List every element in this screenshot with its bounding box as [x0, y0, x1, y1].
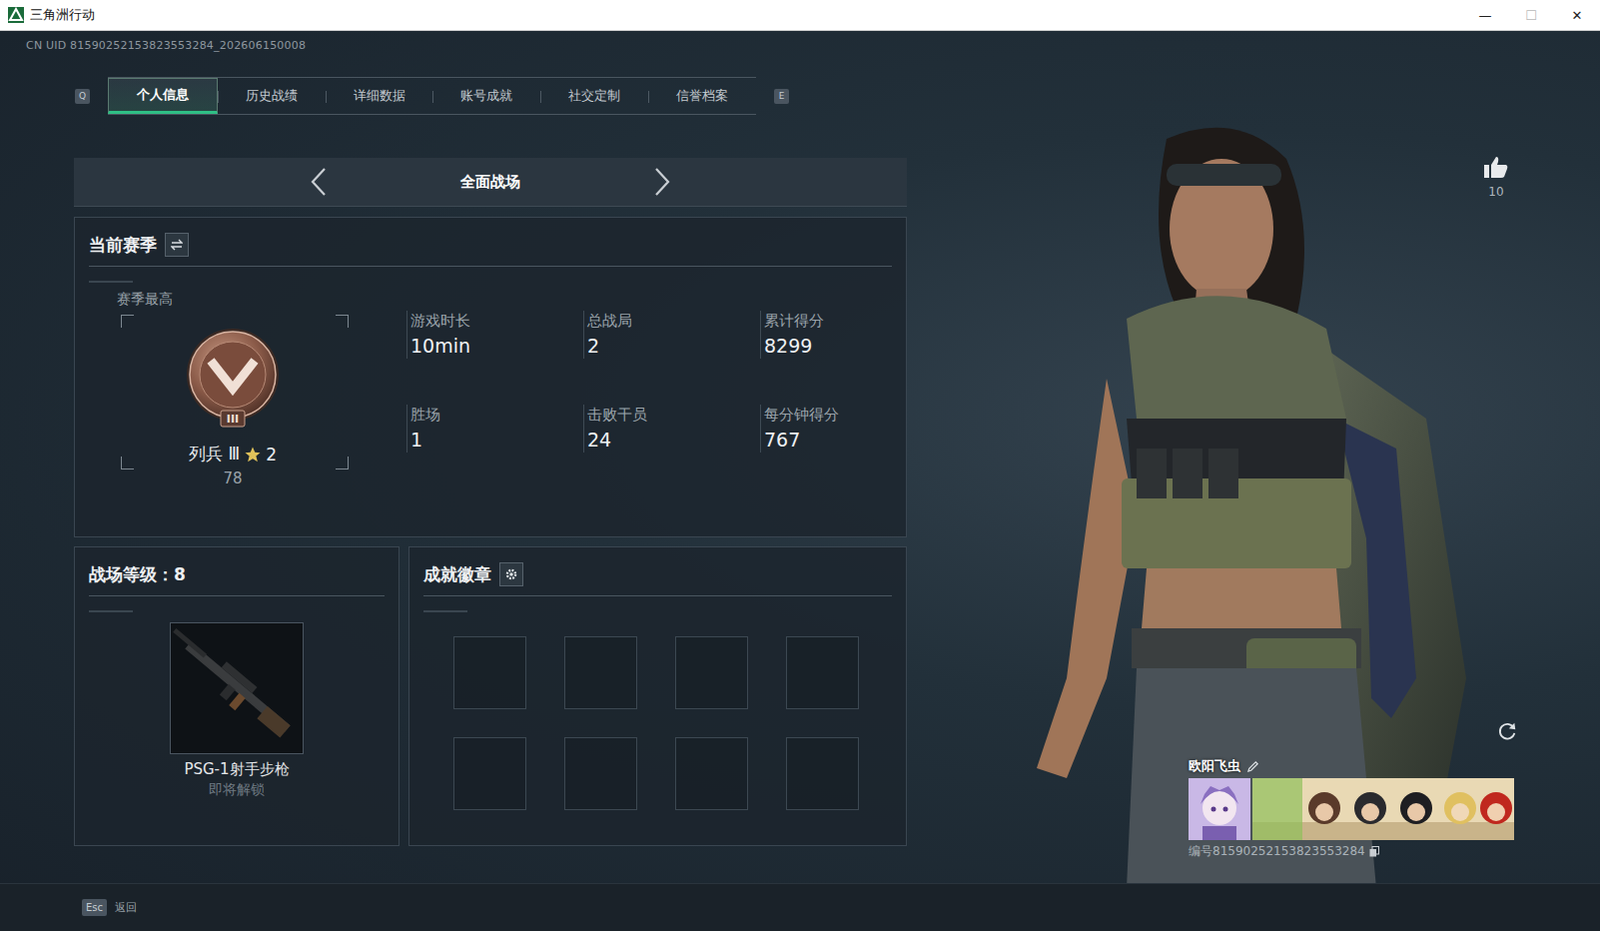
season-title: 当前赛季 — [88, 233, 157, 257]
stats-grid: 游戏时长 10min总战局 2累计得分 8299 胜场 1击败干员 24每分钟得分… — [406, 310, 937, 488]
rank-block: 赛季最高 III 列兵 Ⅲ 2 78 — [88, 282, 339, 488]
badge-slot[interactable] — [786, 737, 859, 810]
stat-item: 击败干员 24 — [583, 404, 761, 453]
level-panel: 战场等级：8 PSG-1射手步枪 即将解锁 — [73, 546, 400, 846]
window-control-button: ☐ — [1508, 0, 1555, 30]
badge-slot[interactable] — [786, 636, 859, 710]
tab[interactable]: 信誉档案 — [648, 77, 757, 114]
reward-status: 即将解锁 — [208, 781, 265, 800]
character-area: 10 欧阳飞虫 编号81590252153823553284 — [906, 30, 1600, 883]
badge-slot[interactable] — [564, 636, 638, 710]
stat-item: 游戏时长 10min — [406, 310, 584, 359]
level-title: 战场等级：8 — [88, 563, 186, 587]
character-portrait — [996, 118, 1557, 883]
app-logo-icon — [7, 6, 24, 23]
uid-text: CN UID 81590252153823553284_202606150008 — [25, 38, 907, 53]
tab-bar: Q 个人信息历史战绩详细数据账号成就社交定制信誉档案 E — [74, 76, 907, 115]
profile-screen: CN UID 81590252153823553284_202606150008… — [0, 30, 1600, 883]
banner-image — [1252, 778, 1515, 840]
badge-slot[interactable] — [675, 636, 749, 710]
footer-bar: Esc 返回 — [0, 882, 1600, 931]
rank-name: 列兵 Ⅲ — [188, 442, 240, 466]
season-panel: 当前赛季 赛季最高 III 列兵 Ⅲ 2 78 游戏时长 10min总战局 2累… — [73, 216, 907, 538]
weapon-image[interactable] — [169, 622, 304, 755]
stat-item: 胜场 1 — [406, 404, 584, 453]
star-icon — [243, 445, 262, 464]
esc-key[interactable]: Esc — [81, 898, 107, 916]
gear-icon[interactable] — [499, 562, 524, 587]
edit-icon[interactable] — [1246, 760, 1260, 774]
badge-slot[interactable] — [453, 737, 527, 810]
mode-selector: 全面战场 — [73, 157, 907, 207]
svg-text:III: III — [226, 412, 239, 426]
chevron-right-icon[interactable] — [652, 166, 673, 197]
title-bar: 三角洲行动 —☐✕ — [0, 0, 1600, 31]
stat-item: 每分钟得分 767 — [760, 404, 937, 453]
reward-name: PSG-1射手步枪 — [183, 760, 289, 780]
window-control-button[interactable]: ✕ — [1554, 0, 1600, 30]
achievements-title: 成就徽章 — [423, 563, 492, 587]
window-control-button[interactable]: — — [1462, 0, 1509, 30]
copy-icon[interactable] — [1369, 845, 1380, 857]
player-id: 编号81590252153823553284 — [1188, 842, 1366, 860]
back-label[interactable]: 返回 — [114, 899, 137, 915]
mode-label: 全面战场 — [446, 172, 535, 192]
rank-badge-icon: III — [182, 326, 283, 431]
rank-points: 78 — [116, 469, 349, 488]
badge-slot[interactable] — [564, 737, 638, 810]
next-tab-key[interactable]: E — [774, 88, 790, 104]
tab[interactable]: 个人信息 — [107, 77, 218, 114]
like-count: 10 — [1488, 184, 1504, 199]
thumbs-up-icon — [1483, 154, 1510, 179]
stat-item: 总战局 2 — [583, 310, 761, 359]
rank-stars: 2 — [265, 444, 277, 465]
player-name: 欧阳飞虫 — [1188, 757, 1241, 776]
badge-slot[interactable] — [453, 636, 527, 710]
badge-slot[interactable] — [675, 737, 749, 810]
window-title: 三角洲行动 — [29, 5, 95, 24]
best-label: 赛季最高 — [116, 290, 339, 309]
achievements-panel: 成就徽章 — [408, 546, 907, 846]
profile-panel: CN UID 81590252153823553284_202606150008… — [0, 30, 907, 883]
tab[interactable]: 历史战绩 — [217, 77, 326, 114]
game-window: 三角洲行动 —☐✕ CN UID 81590252153823553284_20… — [0, 0, 1600, 931]
tab[interactable]: 账号成就 — [432, 77, 541, 114]
chevron-left-icon[interactable] — [308, 166, 329, 197]
refresh-icon[interactable] — [1496, 720, 1521, 745]
swap-icon[interactable] — [164, 232, 189, 257]
avatar-icon[interactable] — [1188, 778, 1251, 840]
player-card: 欧阳飞虫 编号81590252153823553284 — [1188, 757, 1515, 860]
rifle-icon — [171, 624, 302, 753]
prev-tab-key[interactable]: Q — [74, 88, 90, 104]
like-button[interactable]: 10 — [1483, 154, 1510, 199]
tab[interactable]: 社交定制 — [540, 77, 649, 114]
tab[interactable]: 详细数据 — [325, 77, 434, 114]
stat-item: 累计得分 8299 — [760, 310, 937, 359]
